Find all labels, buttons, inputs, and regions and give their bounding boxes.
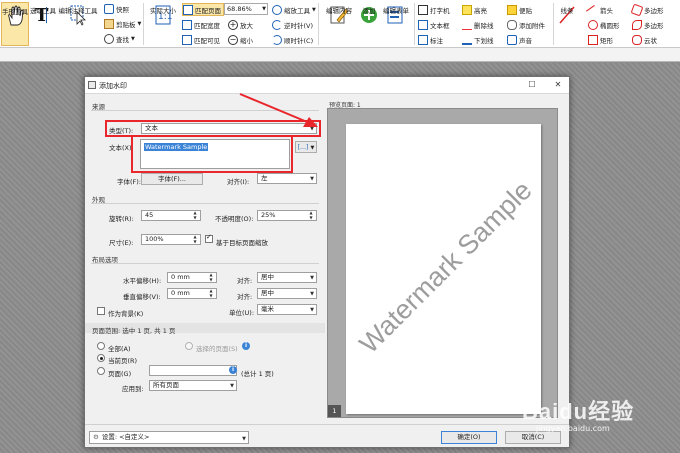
preview-label: 预览页面: 1: [329, 102, 361, 109]
baidu-jingyan-url: jingyan.baidu.com: [536, 424, 610, 433]
annotation-arrow-icon: [239, 93, 318, 127]
baidu-jingyan-logo: Baidu经验: [522, 399, 635, 424]
